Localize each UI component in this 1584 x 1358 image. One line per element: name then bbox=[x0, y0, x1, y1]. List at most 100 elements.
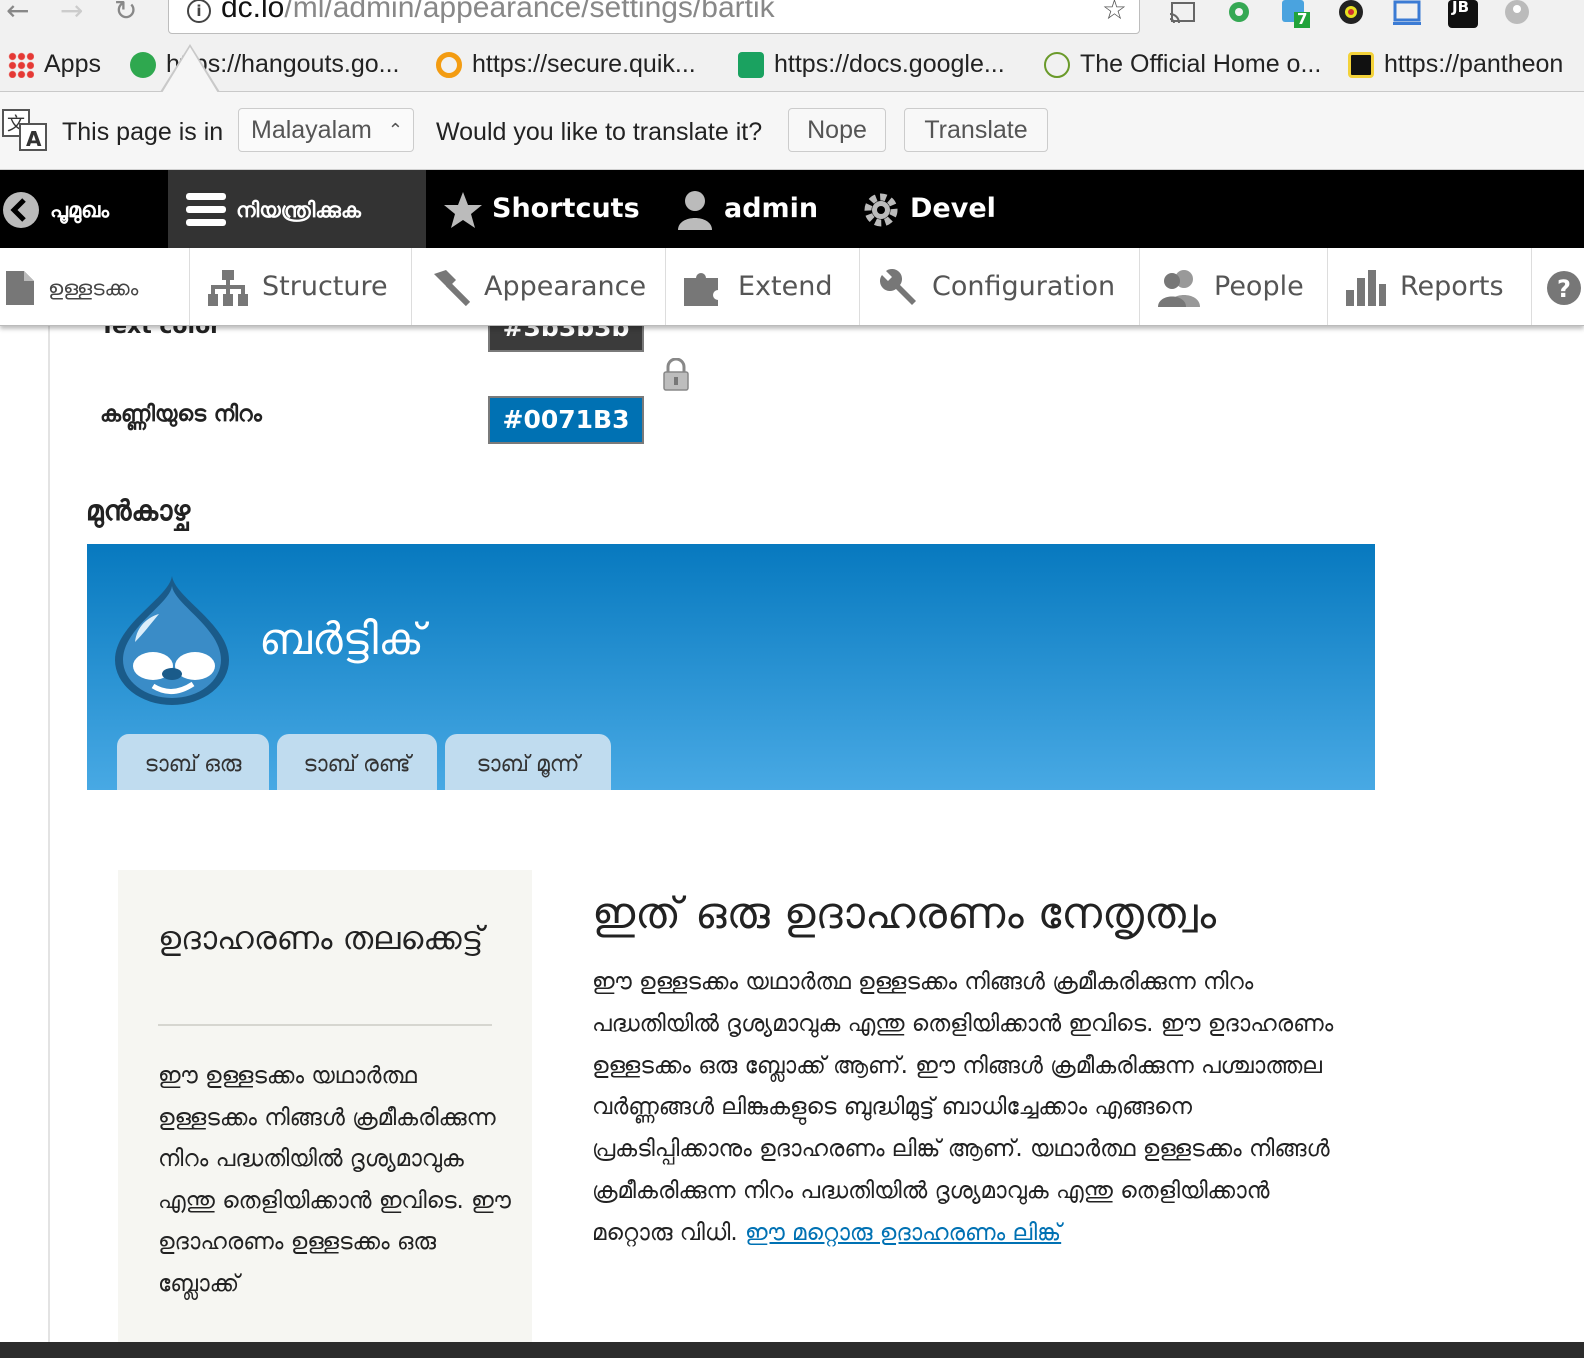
bookmark-label: https://pantheon bbox=[1384, 50, 1564, 78]
link-color-label: കണ്ണിയുടെ നിറം bbox=[100, 402, 262, 427]
menu-icon bbox=[186, 192, 226, 226]
language-select-value: Malayalam bbox=[251, 116, 372, 144]
preview-heading: മുൻകാഴ്ച bbox=[86, 494, 191, 527]
translate-button[interactable]: Translate bbox=[904, 108, 1048, 152]
toolbar-shortcuts-label: Shortcuts bbox=[492, 193, 640, 224]
admin-tray: ഉള്ളടക്കം Structure Appearance Extend Co… bbox=[0, 248, 1584, 326]
bookmark-pantheon[interactable]: https://pantheon bbox=[1348, 48, 1563, 80]
translate-icon: 文 A bbox=[2, 109, 47, 151]
pantheon-icon bbox=[1348, 52, 1374, 79]
profile-extension-icon[interactable] bbox=[1502, 0, 1532, 28]
nope-button[interactable]: Nope bbox=[788, 108, 886, 152]
tray-configuration[interactable]: Configuration bbox=[860, 248, 1140, 325]
star-icon bbox=[444, 191, 482, 228]
link-color-input[interactable]: #0071B3 bbox=[488, 396, 644, 444]
translate-prefix: This page is in bbox=[62, 118, 224, 146]
tray-configuration-label: Configuration bbox=[932, 271, 1116, 302]
toolbar-shortcuts[interactable]: Shortcuts bbox=[444, 170, 640, 248]
bookmark-label: https://secure.quik... bbox=[472, 50, 696, 78]
bookmark-apps[interactable]: Apps bbox=[8, 48, 101, 80]
extension-badge-icon[interactable]: 7 bbox=[1280, 0, 1310, 28]
url-path: /ml/admin/appearance/settings/bartik bbox=[284, 0, 775, 24]
bookmark-official-home[interactable]: The Official Home o... bbox=[1044, 48, 1321, 80]
bookmark-quik[interactable]: https://secure.quik... bbox=[436, 48, 696, 80]
gear-extension-icon[interactable] bbox=[1224, 0, 1254, 28]
preview-main-text: ഈ ഉള്ളടക്കം യഥാർത്ഥ ഉള്ളടക്കം നിങ്ങൾ ക്ര… bbox=[592, 969, 1334, 1246]
window-extension-icon[interactable] bbox=[1392, 0, 1422, 28]
toolbar-devel-label: Devel bbox=[910, 193, 996, 224]
lock-icon[interactable] bbox=[662, 358, 690, 392]
toolbar-user-label: admin bbox=[724, 193, 819, 224]
reload-icon[interactable]: ↻ bbox=[114, 0, 137, 30]
toolbar-manage[interactable]: നിയന്ത്രിക്കുക bbox=[168, 170, 426, 248]
bookmarks-bar: Apps https://hangouts.go... https://secu… bbox=[0, 38, 1584, 92]
sheets-icon bbox=[738, 52, 764, 79]
back-arrow-icon[interactable]: ← bbox=[6, 0, 29, 30]
camera-extension-icon[interactable] bbox=[1336, 0, 1366, 28]
preview-tab-3[interactable]: ടാബ് മൂന്ന് bbox=[445, 734, 611, 790]
translate-question: Would you like to translate it? bbox=[436, 118, 763, 146]
quik-icon bbox=[436, 52, 462, 79]
preview-main-body: ഈ ഉള്ളടക്കം യഥാർത്ഥ ഉള്ളടക്കം നിങ്ങൾ ക്ര… bbox=[592, 962, 1344, 1255]
toolbar-user[interactable]: admin bbox=[676, 170, 818, 248]
forward-arrow-icon[interactable]: → bbox=[60, 0, 83, 30]
preview-tab-1[interactable]: ടാബ് ഒരു bbox=[117, 734, 269, 790]
user-icon bbox=[678, 190, 712, 230]
tray-structure[interactable]: Structure bbox=[190, 248, 412, 325]
tray-reports-label: Reports bbox=[1400, 271, 1504, 302]
preview-main-link[interactable]: ഈ മറ്റൊരു ഉദാഹരണം ലിങ്ക് bbox=[745, 1220, 1061, 1246]
tray-people-label: People bbox=[1214, 271, 1304, 302]
text-color-label: Text color bbox=[100, 326, 222, 339]
site-info-icon[interactable]: i bbox=[187, 0, 211, 23]
people-icon bbox=[1158, 269, 1200, 307]
bookmark-label: The Official Home o... bbox=[1080, 50, 1322, 78]
bookmark-docs[interactable]: https://docs.google... bbox=[738, 48, 1005, 80]
preview-header: ബര്‍ട്ടിക് ടാബ് ഒരു ടാബ് രണ്ട് ടാബ് മൂന്… bbox=[87, 544, 1375, 790]
toolbar-manage-label: നിയന്ത്രിക്കുക bbox=[236, 198, 361, 222]
bookmark-label: https://docs.google... bbox=[774, 50, 1005, 78]
tray-people[interactable]: People bbox=[1140, 248, 1328, 325]
drupal-logo-icon bbox=[115, 576, 229, 705]
admin-toolbar: പൂമുഖം നിയന്ത്രിക്കുക Shortcuts admin De… bbox=[0, 170, 1584, 248]
tray-content-label: ഉള്ളടക്കം bbox=[48, 276, 139, 300]
preview-site-name: ബര്‍ട്ടിക് bbox=[259, 614, 424, 665]
preview-main-title: ഇത് ഒരു ഉദാഹരണം നേതൃത്വം bbox=[592, 888, 1217, 939]
tray-reports[interactable]: Reports bbox=[1328, 248, 1532, 325]
toolbar-back-home[interactable]: പൂമുഖം bbox=[0, 170, 168, 248]
sidebar-block-text: ഈ ഉള്ളടക്കം യഥാർത്ഥ ഉള്ളടക്കം നിങ്ങൾ ക്ര… bbox=[158, 1063, 511, 1297]
preview-main-content: ഇത് ഒരു ഉദാഹരണം നേതൃത്വം ഈ ഉള്ളടക്കം യഥാ… bbox=[592, 886, 1352, 1255]
tray-extend-label: Extend bbox=[738, 271, 833, 302]
help-icon: ? bbox=[1547, 270, 1581, 305]
tray-help[interactable]: ? bbox=[1532, 248, 1584, 325]
text-color-input[interactable]: #3b3b3b bbox=[488, 326, 644, 352]
bar-chart-icon bbox=[1346, 269, 1386, 306]
toolbar-devel[interactable]: Devel bbox=[862, 170, 996, 248]
gear-icon bbox=[864, 193, 898, 226]
browser-address-row: ← → ↻ i dc.lo/ml/admin/appearance/settin… bbox=[0, 0, 1584, 38]
sidebar-divider bbox=[158, 1024, 492, 1026]
address-bar[interactable]: i dc.lo/ml/admin/appearance/settings/bar… bbox=[168, 0, 1140, 34]
sidebar-block-title: ഉദാഹരണം തലക്കെട്ട് bbox=[158, 919, 484, 957]
wrench-icon bbox=[880, 268, 916, 305]
puzzle-icon bbox=[684, 272, 718, 306]
bookmark-star-icon[interactable]: ☆ bbox=[1102, 0, 1127, 26]
tray-appearance-label: Appearance bbox=[484, 271, 647, 302]
page-content: Text color #3b3b3b കണ്ണിയുടെ നിറം #0071B… bbox=[0, 326, 1584, 1358]
cast-icon[interactable] bbox=[1168, 0, 1198, 28]
content-left-rule bbox=[48, 326, 50, 1358]
url-text[interactable]: dc.lo/ml/admin/appearance/settings/barti… bbox=[221, 0, 775, 25]
tray-extend[interactable]: Extend bbox=[666, 248, 860, 325]
url-host: dc.lo bbox=[221, 0, 285, 24]
tray-appearance[interactable]: Appearance bbox=[412, 248, 666, 325]
chevron-left-icon bbox=[3, 191, 39, 228]
yts-icon bbox=[1044, 52, 1070, 79]
preview-tab-2[interactable]: ടാബ് രണ്ട് bbox=[277, 734, 437, 790]
apps-grid-icon bbox=[8, 52, 34, 79]
extension-badge-count: 7 bbox=[1297, 10, 1308, 28]
translate-pointer-inner bbox=[162, 47, 218, 93]
jetbrains-extension-icon[interactable]: JB bbox=[1448, 0, 1478, 28]
document-icon bbox=[6, 270, 34, 305]
bookmark-label: Apps bbox=[44, 50, 101, 78]
language-select[interactable]: Malayalam ⌃ bbox=[238, 108, 414, 152]
tray-content[interactable]: ഉള്ളടക്കം bbox=[0, 248, 190, 325]
